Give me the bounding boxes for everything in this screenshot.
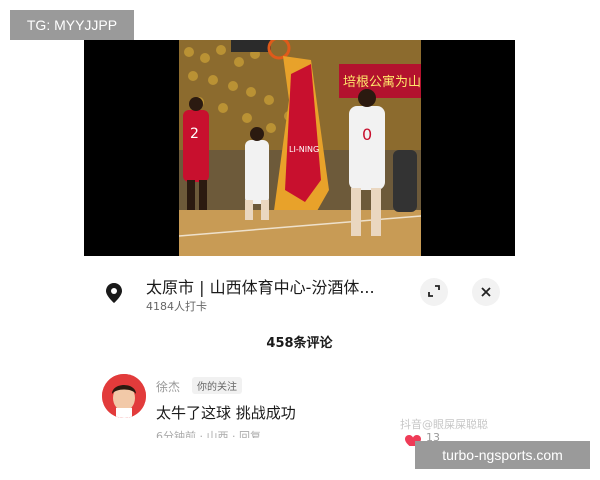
watermark-bottom-right: turbo-ngsports.com xyxy=(415,441,590,469)
expand-icon xyxy=(427,283,441,302)
douyin-watermark: 抖音@眼屎屎聪聪 xyxy=(400,418,488,431)
sponsor-logo-text: LI-NING xyxy=(289,145,319,154)
location-title[interactable]: 太原市 | 山西体育中心-汾酒体... xyxy=(146,274,375,298)
location-pin-icon xyxy=(104,282,124,304)
comment-count: 458条评论 xyxy=(266,336,333,351)
comment-text: 太牛了这球 挑战成功 xyxy=(156,404,296,422)
expand-button[interactable] xyxy=(420,278,448,306)
close-icon xyxy=(480,283,492,302)
follow-tag: 你的关注 xyxy=(192,377,242,394)
video-frame: 培根公寓为山 LI-NING 2 0 xyxy=(179,40,421,256)
comment-username[interactable]: 徐杰 xyxy=(156,378,180,395)
jersey-number-left: 2 xyxy=(190,126,199,142)
video-player[interactable]: 培根公寓为山 LI-NING 2 0 xyxy=(84,40,515,256)
avatar[interactable] xyxy=(102,374,146,418)
jersey-number-right: 0 xyxy=(362,125,372,144)
like-count: 13 xyxy=(426,431,440,441)
watermark-top-left: TG: MYYJJPP xyxy=(10,10,134,40)
comment-meta: 6分钟前 · 山西 · 回复 xyxy=(156,430,261,438)
close-button[interactable] xyxy=(472,278,500,306)
arena-banner: 培根公寓为山 xyxy=(343,74,421,90)
checkin-count: 4184人打卡 xyxy=(146,300,207,313)
